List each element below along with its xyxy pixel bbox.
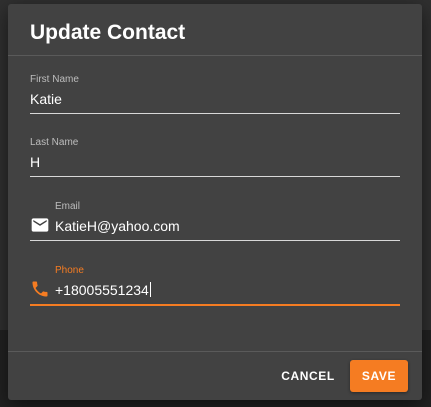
email-label: Email xyxy=(55,201,81,212)
first-name-underline xyxy=(30,113,400,114)
save-button[interactable]: SAVE xyxy=(350,360,408,392)
last-name-label: Last Name xyxy=(30,137,79,148)
mail-icon xyxy=(30,215,50,235)
dialog-title: Update Contact xyxy=(30,21,186,44)
cancel-button[interactable]: CANCEL xyxy=(270,360,346,392)
email-underline xyxy=(30,240,400,241)
phone-input-wrap[interactable]: +18005551234 xyxy=(55,281,151,299)
actions-divider xyxy=(8,351,422,352)
first-name-field[interactable]: First Name Katie xyxy=(30,74,400,118)
first-name-label: First Name xyxy=(30,74,79,85)
text-caret xyxy=(149,282,151,297)
update-contact-dialog: Update Contact First Name Katie Last Nam… xyxy=(8,4,422,400)
phone-label: Phone xyxy=(55,265,84,276)
first-name-input[interactable]: Katie xyxy=(30,90,62,108)
email-input[interactable]: KatieH@yahoo.com xyxy=(55,217,180,235)
last-name-underline xyxy=(30,176,400,177)
phone-input[interactable]: +18005551234 xyxy=(55,282,149,298)
email-field[interactable]: Email KatieH@yahoo.com xyxy=(30,201,400,245)
phone-underline xyxy=(30,304,400,306)
last-name-input[interactable]: H xyxy=(30,153,40,171)
last-name-field[interactable]: Last Name H xyxy=(30,137,400,181)
phone-icon xyxy=(30,279,50,299)
phone-field[interactable]: Phone +18005551234 xyxy=(30,265,400,309)
title-divider xyxy=(8,55,422,56)
